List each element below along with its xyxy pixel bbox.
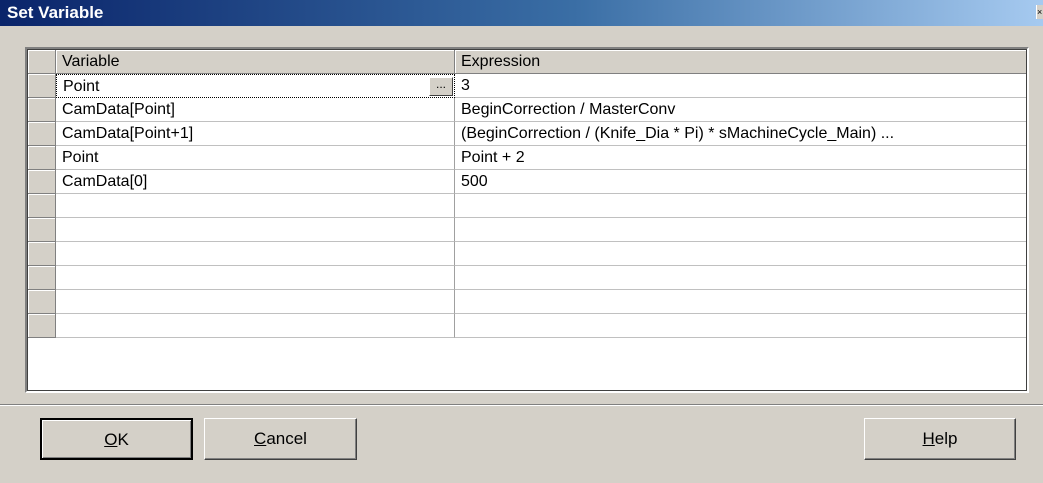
expression-cell[interactable] bbox=[455, 194, 1026, 218]
row-selector[interactable] bbox=[28, 242, 56, 266]
expression-cell[interactable]: BeginCorrection / MasterConv bbox=[455, 98, 1026, 122]
table-row[interactable]: CamData[Point+1] (BeginCorrection / (Knif… bbox=[28, 122, 1026, 146]
variable-cell[interactable] bbox=[56, 242, 455, 266]
row-selector[interactable] bbox=[28, 122, 56, 146]
row-selector[interactable] bbox=[28, 266, 56, 290]
variable-cell[interactable]: CamData[Point] bbox=[56, 98, 455, 122]
ok-label: K bbox=[117, 430, 129, 449]
grid-corner bbox=[28, 50, 56, 74]
row-selector[interactable] bbox=[28, 194, 56, 218]
variable-cell[interactable] bbox=[56, 266, 455, 290]
variable-cell[interactable]: CamData[0] bbox=[56, 170, 455, 194]
table-row[interactable]: CamData[0] 500 bbox=[28, 170, 1026, 194]
row-selector[interactable] bbox=[28, 74, 56, 98]
variable-cell-text: CamData[Point+1] bbox=[62, 125, 194, 142]
expression-cell[interactable] bbox=[455, 242, 1026, 266]
table-row[interactable] bbox=[28, 194, 1026, 218]
expression-cell[interactable]: Point + 2 bbox=[455, 146, 1026, 170]
cancel-button[interactable]: Cancel bbox=[204, 418, 357, 460]
expression-cell[interactable]: 500 bbox=[455, 170, 1026, 194]
row-selector[interactable] bbox=[28, 218, 56, 242]
table-row[interactable] bbox=[28, 290, 1026, 314]
table-row[interactable]: Point... 3 bbox=[28, 74, 1026, 98]
row-selector[interactable] bbox=[28, 98, 56, 122]
ok-button[interactable]: OK bbox=[40, 418, 193, 460]
table-row[interactable] bbox=[28, 218, 1026, 242]
title-bar[interactable]: Set Variable × bbox=[0, 0, 1043, 26]
expression-cell[interactable] bbox=[455, 314, 1026, 338]
table-row[interactable] bbox=[28, 314, 1026, 338]
help-mnemonic: H bbox=[922, 429, 935, 448]
table-row[interactable]: CamData[Point] BeginCorrection / MasterCo… bbox=[28, 98, 1026, 122]
separator-highlight bbox=[0, 405, 1043, 406]
row-selector[interactable] bbox=[28, 290, 56, 314]
variable-cell[interactable]: Point... bbox=[56, 74, 455, 98]
expression-cell[interactable] bbox=[455, 218, 1026, 242]
variable-cell[interactable] bbox=[56, 218, 455, 242]
column-header-variable[interactable]: Variable bbox=[56, 50, 455, 74]
variable-cell-text: Point bbox=[62, 149, 99, 166]
variables-grid: Variable Expression Point... 3 CamData[Poi… bbox=[25, 47, 1029, 393]
variable-cell-text: CamData[Point] bbox=[62, 101, 175, 118]
help-button[interactable]: Help bbox=[864, 418, 1016, 460]
variable-cell[interactable]: Point bbox=[56, 146, 455, 170]
variable-cell[interactable] bbox=[56, 290, 455, 314]
column-header-expression[interactable]: Expression bbox=[455, 50, 1026, 74]
row-selector[interactable] bbox=[28, 146, 56, 170]
cancel-label: ancel bbox=[266, 429, 307, 448]
variable-cell-text: Point bbox=[63, 78, 100, 95]
variable-cell-text: CamData[0] bbox=[62, 173, 148, 190]
expression-cell[interactable] bbox=[455, 290, 1026, 314]
table-row[interactable]: Point Point + 2 bbox=[28, 146, 1026, 170]
variable-cell[interactable] bbox=[56, 314, 455, 338]
variable-cell[interactable] bbox=[56, 194, 455, 218]
expression-cell[interactable] bbox=[455, 266, 1026, 290]
cancel-mnemonic: C bbox=[254, 429, 267, 448]
ok-mnemonic: O bbox=[104, 430, 118, 449]
grid-header-row: Variable Expression bbox=[28, 50, 1026, 74]
expression-cell[interactable]: 3 bbox=[455, 74, 1026, 98]
expression-cell[interactable]: (BeginCorrection / (Knife_Dia * Pi) * sM… bbox=[455, 122, 1026, 146]
row-selector[interactable] bbox=[28, 170, 56, 194]
close-icon[interactable]: × bbox=[1036, 5, 1043, 19]
row-selector[interactable] bbox=[28, 314, 56, 338]
table-row[interactable] bbox=[28, 242, 1026, 266]
window-title: Set Variable bbox=[7, 3, 104, 22]
browse-button[interactable]: ... bbox=[429, 77, 453, 96]
variable-cell[interactable]: CamData[Point+1] bbox=[56, 122, 455, 146]
grid-body: Variable Expression Point... 3 CamData[Poi… bbox=[27, 49, 1027, 391]
table-row[interactable] bbox=[28, 266, 1026, 290]
help-label: elp bbox=[934, 429, 958, 448]
